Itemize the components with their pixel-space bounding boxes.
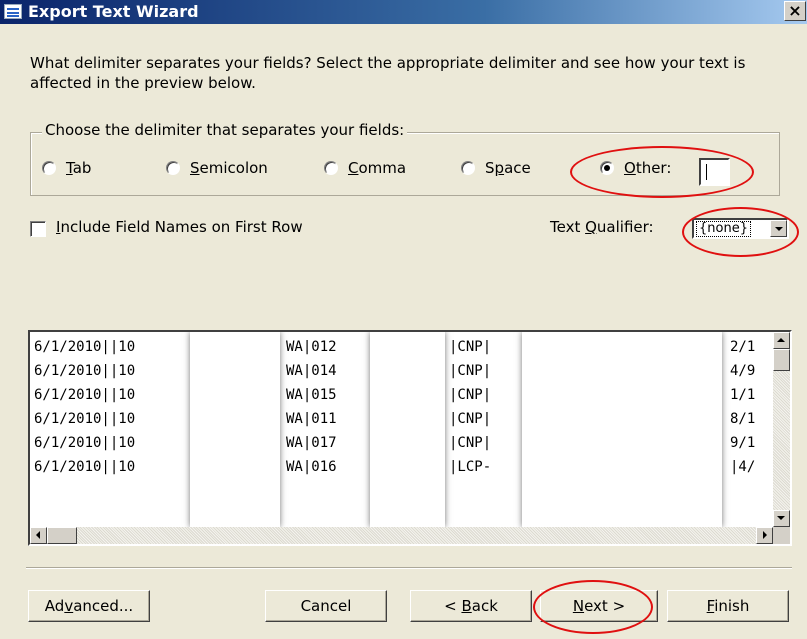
include-field-names-checkbox[interactable] <box>30 221 46 237</box>
radio-semicolon-label: Semicolon <box>190 159 268 177</box>
text-qualifier-select[interactable]: {none} <box>692 218 789 239</box>
close-button[interactable]: × <box>784 1 806 21</box>
redaction-block <box>522 332 722 527</box>
radio-tab-circle[interactable] <box>42 161 56 175</box>
button-separator <box>26 567 792 569</box>
wizard-prompt: What delimiter separates your fields? Se… <box>30 54 746 92</box>
redaction-block <box>370 332 445 527</box>
redaction-block <box>190 332 280 527</box>
radio-other-circle[interactable] <box>600 161 614 175</box>
title-bar: Export Text Wizard × <box>0 0 807 24</box>
radio-space-label: Space <box>485 159 531 177</box>
radio-comma-circle[interactable] <box>324 161 338 175</box>
include-field-names-label: Include Field Names on First Row <box>56 218 303 236</box>
app-icon <box>4 4 22 19</box>
text-qualifier-value: {none} <box>696 221 751 237</box>
back-button[interactable]: < Back <box>410 590 532 622</box>
radio-other-label: Other: <box>624 159 672 177</box>
radio-semicolon-circle[interactable] <box>166 161 180 175</box>
radio-comma-label: Comma <box>348 159 407 177</box>
advanced-button[interactable]: Advanced... <box>28 590 150 622</box>
next-button[interactable]: Next > <box>540 590 658 622</box>
scroll-down-button[interactable] <box>773 510 790 527</box>
preview-pane[interactable]: 6/1/2010||10 WA|012 |CNP| 2/1 6/1/2010||10 W… <box>28 330 792 546</box>
vertical-scroll-thumb[interactable] <box>773 349 790 371</box>
other-delimiter-input[interactable] <box>699 158 730 186</box>
horizontal-scrollbar[interactable] <box>30 527 773 544</box>
chevron-down-icon[interactable] <box>770 220 787 237</box>
scroll-right-button[interactable] <box>756 527 773 544</box>
radio-tab-label: Tab <box>66 159 92 177</box>
finish-button[interactable]: Finish <box>667 590 789 622</box>
cancel-button[interactable]: Cancel <box>265 590 387 622</box>
scroll-up-button[interactable] <box>773 332 790 349</box>
scrollbar-corner <box>773 527 790 544</box>
text-qualifier-label: Text Qualifier: <box>550 218 654 236</box>
window-title: Export Text Wizard <box>28 2 199 21</box>
vertical-scrollbar[interactable] <box>773 332 790 527</box>
radio-space-circle[interactable] <box>461 161 475 175</box>
horizontal-scroll-thumb[interactable] <box>47 527 77 544</box>
delimiter-group-legend: Choose the delimiter that separates your… <box>42 121 408 139</box>
scroll-left-button[interactable] <box>30 527 47 544</box>
